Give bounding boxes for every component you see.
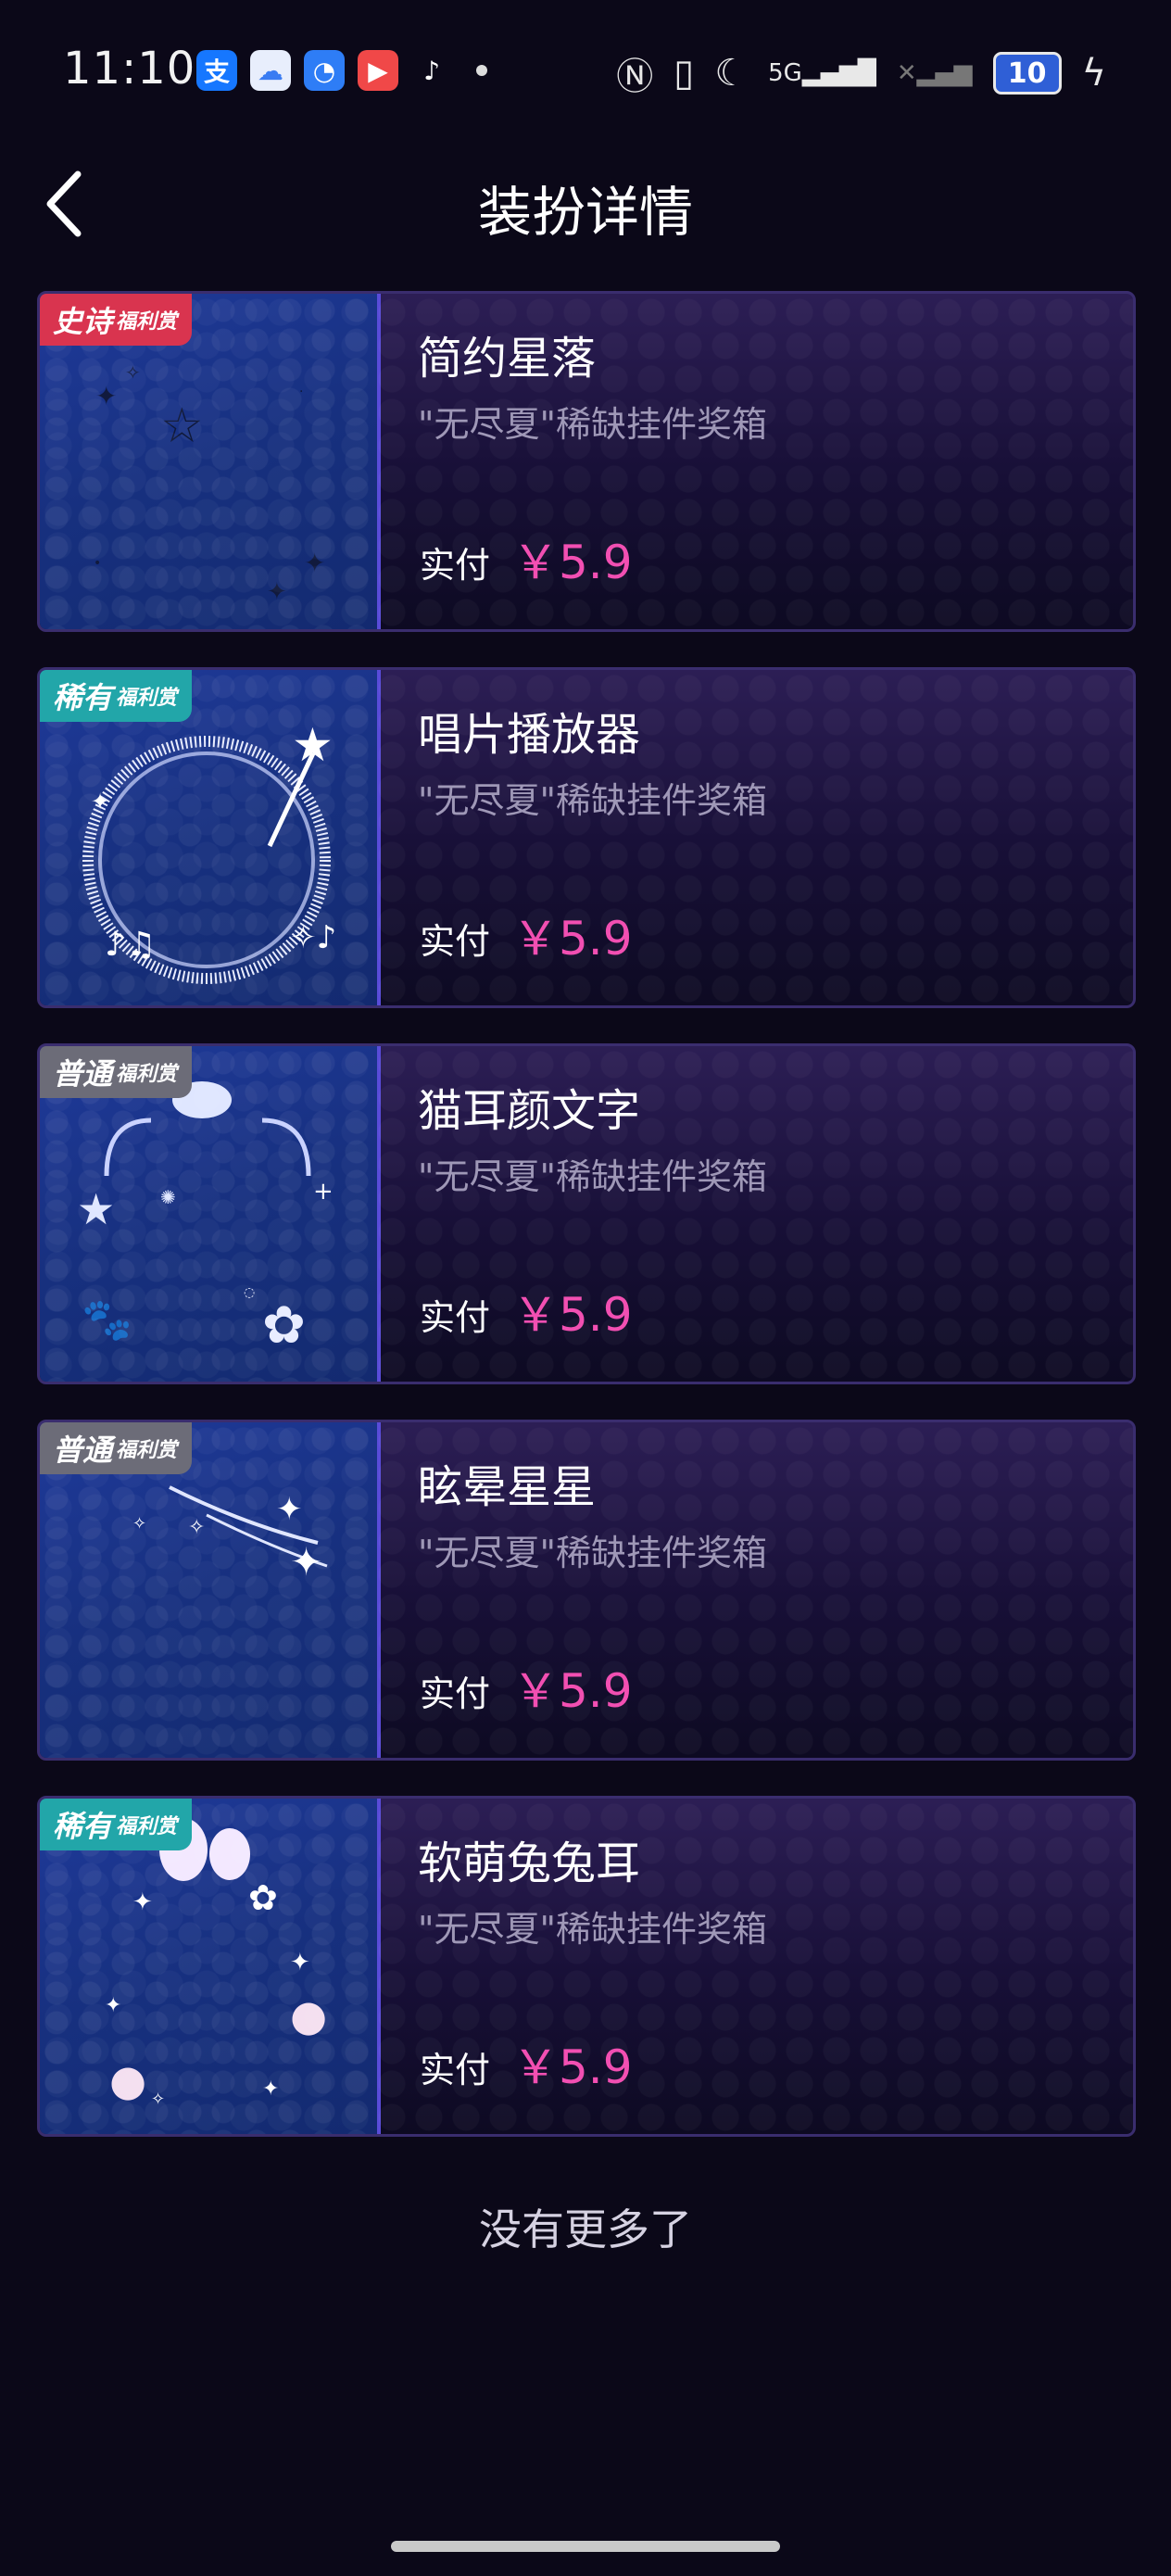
notification-icons: 支 ☁ ◔ ▶ ♪ bbox=[196, 50, 487, 91]
svg-text:✦: ✦ bbox=[105, 1994, 121, 2017]
list-item[interactable]: ★ ✺ + 🐾 ✿ ◌ 普通 福利赏 猫耳颜文字 "无尽夏"稀缺挂件奖箱 实付 ￥… bbox=[37, 1043, 1136, 1384]
item-name: 猫耳颜文字 bbox=[418, 1085, 641, 1137]
baidu-netdisk-icon: ☁ bbox=[250, 50, 291, 91]
item-price: ￥5.9 bbox=[512, 536, 633, 589]
item-price: ￥5.9 bbox=[512, 1288, 633, 1342]
svg-text:☆: ☆ bbox=[160, 398, 204, 454]
svg-text:✦: ✦ bbox=[267, 578, 287, 606]
rarity-badge: 稀有 福利赏 bbox=[40, 1799, 193, 1850]
signal-icon: 5G▂▄▆█ bbox=[768, 59, 876, 87]
item-description: "无尽夏"稀缺挂件奖箱 bbox=[418, 780, 767, 821]
item-price: ￥5.9 bbox=[512, 912, 633, 966]
system-icons: Ⓝ ▯ ☾ 5G▂▄▆█ ✕▂▄▆ 10 ϟ bbox=[616, 46, 1106, 100]
svg-text:✦: ✦ bbox=[304, 548, 325, 578]
svg-text:•: • bbox=[94, 556, 101, 571]
list-item[interactable]: ✦ ✦ ✧ ✧ 普通 福利赏 眩晕星星 "无尽夏"稀缺挂件奖箱 实付 ￥5.9 bbox=[37, 1420, 1136, 1761]
rarity-label: 史诗 bbox=[53, 304, 113, 339]
svg-text:✦: ✦ bbox=[95, 381, 117, 411]
svg-text:✦: ✦ bbox=[262, 2077, 279, 2101]
svg-text:·: · bbox=[299, 385, 303, 399]
item-description: "无尽夏"稀缺挂件奖箱 bbox=[418, 1156, 767, 1197]
rarity-label: 稀有 bbox=[53, 1809, 113, 1844]
pay-label: 实付 bbox=[420, 2050, 491, 2090]
svg-text:✦: ✦ bbox=[290, 1539, 322, 1585]
svg-text:✧♪: ✧♪ bbox=[290, 919, 336, 956]
svg-text:✦: ✦ bbox=[276, 1491, 303, 1528]
item-description: "无尽夏"稀缺挂件奖箱 bbox=[418, 1533, 767, 1573]
charging-icon: ϟ bbox=[1081, 52, 1106, 95]
badge-suffix: 福利赏 bbox=[116, 1439, 178, 1462]
rarity-label: 普通 bbox=[53, 1433, 113, 1468]
svg-text:🐾: 🐾 bbox=[82, 1296, 132, 1344]
item-list: ✦ ✧ ☆ · ✦ ✦ • 史诗 福利赏 简约星落 "无尽夏"稀缺挂件奖箱 实付 … bbox=[37, 291, 1136, 2172]
svg-text:✺: ✺ bbox=[160, 1186, 176, 1208]
item-name: 软萌兔兔耳 bbox=[418, 1837, 641, 1889]
rarity-badge: 稀有 福利赏 bbox=[40, 670, 193, 722]
pay-label: 实付 bbox=[420, 1297, 491, 1338]
svg-text:●: ● bbox=[290, 1990, 327, 2040]
nfc-icon: Ⓝ bbox=[616, 56, 654, 98]
svg-text:✦: ✦ bbox=[91, 789, 109, 814]
battery-level: 10 bbox=[992, 52, 1062, 95]
pay-label: 实付 bbox=[420, 545, 491, 586]
status-bar: 11:10 支 ☁ ◔ ▶ ♪ Ⓝ ▯ ☾ 5G▂▄▆█ ✕▂▄▆ 10 ϟ bbox=[0, 0, 1171, 139]
page-title: 装扮详情 bbox=[477, 181, 693, 244]
badge-suffix: 福利赏 bbox=[116, 1815, 178, 1838]
vibrate-icon: ▯ bbox=[674, 52, 695, 95]
badge-suffix: 福利赏 bbox=[116, 1063, 178, 1086]
svg-text:◌: ◌ bbox=[244, 1285, 255, 1300]
list-item[interactable]: ★ ♪♫ ✧♪ ✦ 稀有 福利赏 唱片播放器 "无尽夏"稀缺挂件奖箱 实付 ￥5.… bbox=[37, 667, 1136, 1008]
item-description: "无尽夏"稀缺挂件奖箱 bbox=[418, 404, 767, 445]
moon-icon: ☾ bbox=[714, 52, 749, 95]
item-description: "无尽夏"稀缺挂件奖箱 bbox=[418, 1909, 767, 1950]
badge-suffix: 福利赏 bbox=[116, 687, 178, 710]
svg-text:✿: ✿ bbox=[262, 1295, 306, 1356]
rarity-label: 普通 bbox=[53, 1056, 113, 1092]
item-name: 简约星落 bbox=[418, 333, 597, 385]
clock: 11:10 bbox=[63, 43, 196, 95]
svg-text:✧: ✧ bbox=[188, 1516, 205, 1539]
list-item[interactable]: ✦ ✧ ☆ · ✦ ✦ • 史诗 福利赏 简约星落 "无尽夏"稀缺挂件奖箱 实付 … bbox=[37, 291, 1136, 632]
item-name: 唱片播放器 bbox=[418, 709, 641, 761]
header: 装扮详情 bbox=[0, 148, 1171, 259]
svg-text:✿: ✿ bbox=[248, 1877, 278, 1918]
svg-text:★: ★ bbox=[292, 718, 334, 772]
no-signal-icon: ✕▂▄▆ bbox=[896, 59, 973, 87]
rarity-badge: 普通 福利赏 bbox=[40, 1046, 193, 1098]
tiktok-icon: ♪ bbox=[423, 55, 440, 86]
svg-text:+: + bbox=[313, 1178, 334, 1206]
battery-icon: 10 bbox=[992, 52, 1062, 95]
more-notifications-dot bbox=[476, 65, 487, 76]
svg-text:✧: ✧ bbox=[132, 1514, 146, 1534]
svg-text:✧: ✧ bbox=[125, 361, 141, 384]
rarity-label: 稀有 bbox=[53, 680, 113, 715]
end-of-list-text: 没有更多了 bbox=[479, 2204, 692, 2254]
list-item[interactable]: ✿ ✦ ✦ ● ✦ ● ✦ ✧ 稀有 福利赏 软萌兔兔耳 "无尽夏"稀缺挂件奖箱 … bbox=[37, 1796, 1136, 2137]
rarity-badge: 普通 福利赏 bbox=[40, 1422, 193, 1474]
network-type-label: 5G bbox=[768, 59, 802, 87]
pay-label: 实付 bbox=[420, 921, 491, 962]
badge-suffix: 福利赏 bbox=[116, 310, 178, 334]
svg-text:●: ● bbox=[109, 2055, 146, 2105]
qq-icon: ◔ bbox=[304, 50, 345, 91]
svg-text:♪♫: ♪♫ bbox=[105, 926, 156, 964]
svg-text:★: ★ bbox=[77, 1184, 115, 1234]
rarity-badge: 史诗 福利赏 bbox=[40, 294, 193, 346]
item-price: ￥5.9 bbox=[512, 2040, 633, 2094]
svg-text:✦: ✦ bbox=[132, 1888, 153, 1916]
pay-label: 实付 bbox=[420, 1673, 491, 1714]
home-indicator[interactable] bbox=[391, 2541, 780, 2552]
svg-text:✧: ✧ bbox=[151, 2090, 165, 2109]
video-icon: ▶ bbox=[358, 50, 398, 91]
svg-text:✦: ✦ bbox=[290, 1949, 310, 1976]
item-price: ￥5.9 bbox=[512, 1664, 633, 1718]
alipay-icon: 支 bbox=[196, 50, 237, 91]
item-name: 眩晕星星 bbox=[418, 1461, 597, 1513]
